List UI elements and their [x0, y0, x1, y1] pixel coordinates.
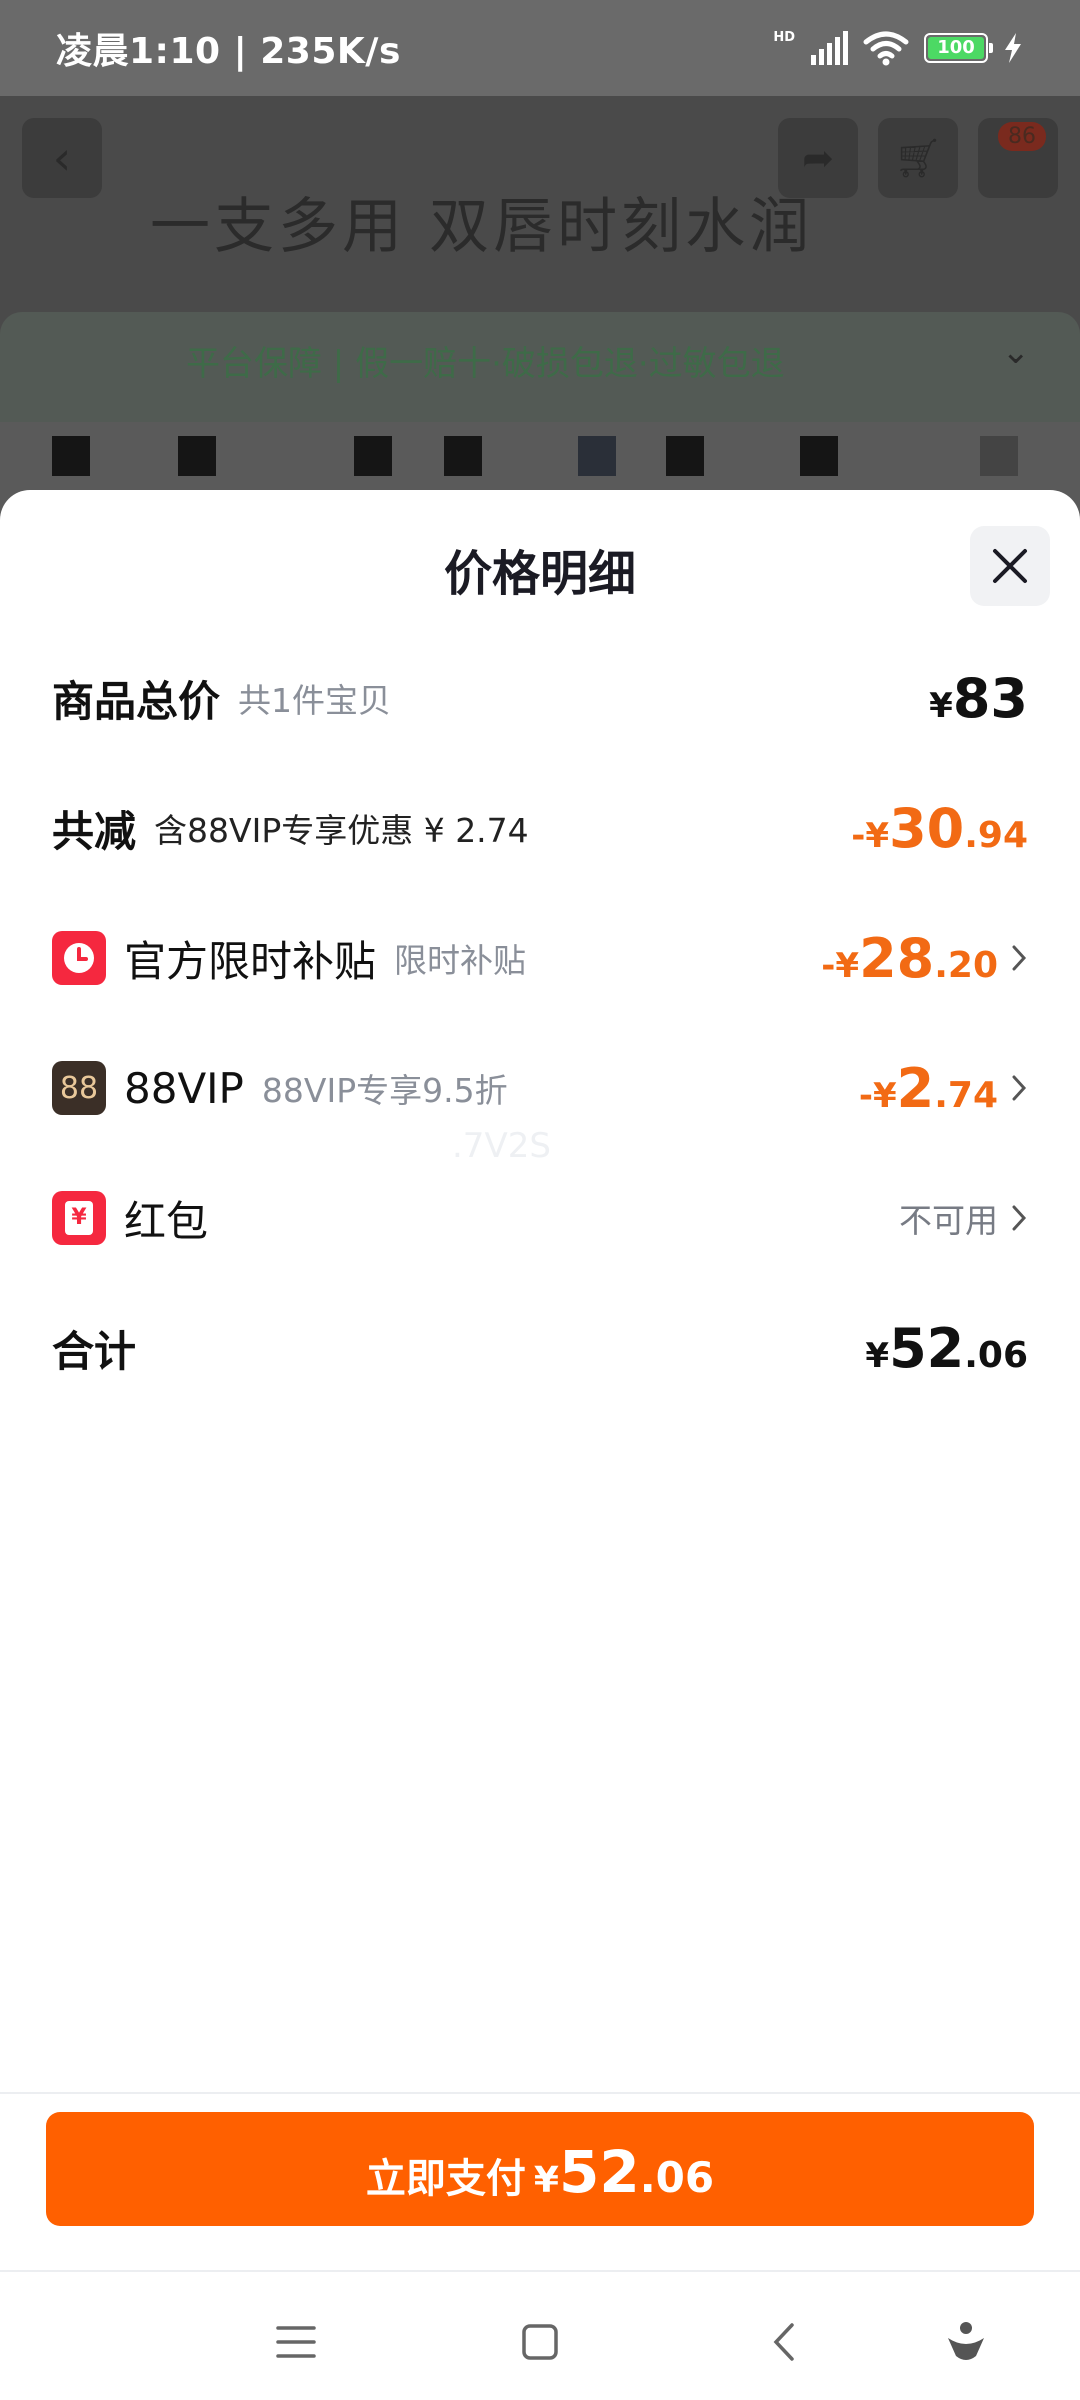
row-label: 官方限时补贴 — [124, 936, 377, 986]
back-icon — [773, 2323, 794, 2361]
row-sub: 限时补贴 — [394, 941, 527, 980]
row-label: 红包 — [124, 1196, 209, 1246]
chevron-right-icon — [1010, 1073, 1028, 1103]
chevron-right-icon — [1010, 943, 1028, 973]
footer-divider — [0, 2092, 1080, 2094]
pay-button-currency: ¥ — [533, 2160, 559, 2201]
guarantee-bar[interactable]: 平台保障 | 假一赔十·破损包退·过敏包退 ⌄ — [0, 312, 1080, 422]
pay-button-amount: 52 — [558, 2138, 640, 2206]
watermark: .7V2S — [452, 1126, 551, 1166]
vip-value: - ¥2.74 — [858, 1056, 998, 1120]
red-envelope-row[interactable]: ¥ 红包 不可用 — [52, 1178, 1028, 1258]
grand-total-value: ¥52.06 — [865, 1316, 1028, 1380]
cart-button[interactable]: 🛒︎ — [878, 118, 958, 198]
row-label: 商品总价 — [52, 676, 221, 726]
clock-icon — [52, 931, 106, 985]
close-button[interactable] — [970, 526, 1050, 606]
row-sub: 含88VIP专享优惠 ¥ 2.74 — [154, 811, 529, 850]
row-sub: 88VIP专享9.5折 — [261, 1071, 508, 1110]
battery-level: 100 — [928, 37, 984, 59]
discount-row: 共减 含88VIP专享优惠 ¥ 2.74 - ¥30.94 — [52, 788, 1028, 868]
total-price-row: 商品总价 共1件宝贝 ¥83 — [52, 658, 1028, 738]
red-envelope-icon: ¥ — [52, 1191, 106, 1245]
price-detail-sheet: 价格明细 商品总价 共1件宝贝 ¥83 共减 含88VIP专享优惠 ¥ 2.74… — [0, 490, 1080, 2400]
pay-button-label: 立即支付 — [365, 2156, 526, 2202]
total-price-value: ¥83 — [929, 666, 1028, 730]
system-nav-bar — [0, 2270, 1080, 2400]
chevron-down-icon: ⌄ — [1001, 332, 1031, 372]
share-button[interactable]: ➦ — [778, 118, 858, 198]
cart-badge: 86 — [998, 122, 1046, 151]
pay-now-button[interactable]: 立即支付 ¥ 52 .06 — [46, 2112, 1034, 2226]
menu-icon — [276, 2326, 316, 2358]
guarantee-text: 平台保障 | 假一赔十·破损包退·过敏包退 — [186, 344, 785, 384]
red-envelope-status: 不可用 — [899, 1201, 998, 1240]
sheet-title: 价格明细 — [443, 546, 636, 602]
row-sub: 共1件宝贝 — [238, 681, 392, 720]
home-icon — [522, 2324, 558, 2360]
status-bar: 凌晨1:10 | 235K/s HD 100 — [0, 0, 1080, 96]
status-icons: HD 100 — [773, 30, 1024, 66]
grand-total-row: 合计 ¥52.06 — [52, 1308, 1028, 1388]
assistant-nav-button[interactable] — [936, 2312, 996, 2372]
discount-value: - ¥30.94 — [851, 796, 1028, 860]
vip-discount-row[interactable]: 88 88VIP 88VIP专享9.5折 - ¥2.74 — [52, 1048, 1028, 1128]
home-nav-button[interactable] — [510, 2312, 570, 2372]
chevron-right-icon — [1010, 1203, 1028, 1233]
row-label: 共减 — [52, 806, 137, 856]
back-button[interactable]: ‹ — [22, 118, 102, 198]
product-page-background: ‹ 一支多用 双唇时刻水润 ➦ 🛒︎ 86 平台保障 | 假一赔十·破损包退·过… — [0, 96, 1080, 516]
status-time: 凌晨1:10 | 235K/s — [56, 31, 401, 72]
row-label: 合计 — [52, 1326, 137, 1376]
battery-icon: 100 — [924, 33, 993, 63]
back-nav-button[interactable] — [754, 2312, 814, 2372]
subsidy-value: - ¥28.20 — [821, 926, 998, 990]
official-subsidy-row[interactable]: 官方限时补贴 限时补贴 - ¥28.20 — [52, 918, 1028, 998]
row-label: 88VIP — [124, 1063, 244, 1113]
vip88-icon: 88 — [52, 1061, 106, 1115]
menu-nav-button[interactable] — [266, 2312, 326, 2372]
wifi-icon — [863, 31, 909, 66]
assistant-icon — [948, 2322, 984, 2360]
signal-icon — [811, 31, 848, 65]
pay-button-decimal: .06 — [639, 2153, 715, 2202]
close-icon — [993, 549, 1027, 583]
hd-indicator: HD — [773, 30, 795, 45]
product-slogan: 一支多用 双唇时刻水润 — [150, 192, 814, 262]
charging-icon — [1005, 33, 1021, 63]
